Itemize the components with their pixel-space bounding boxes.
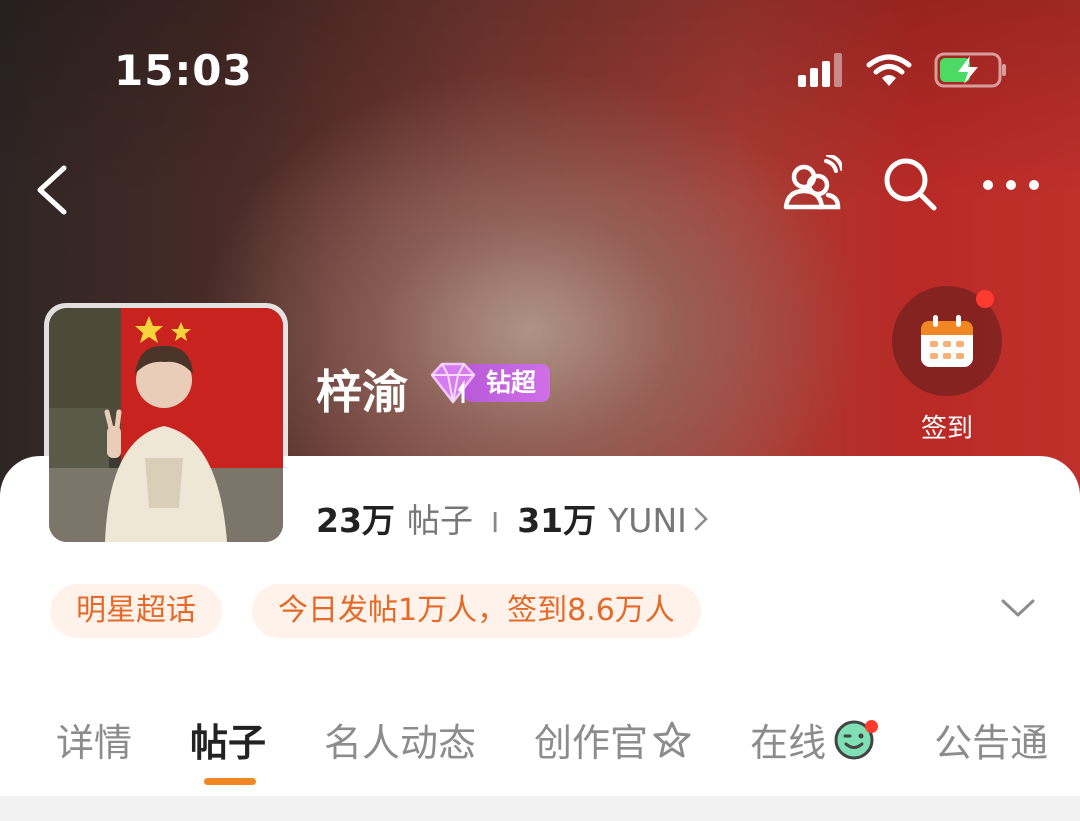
- status-icons: [798, 52, 1008, 88]
- topic-avatar[interactable]: [44, 303, 288, 547]
- avatar-photo: [49, 308, 283, 542]
- tab-online[interactable]: 在线: [750, 712, 879, 767]
- checkin-button[interactable]: 签到: [892, 286, 1002, 445]
- diamond-super-badge[interactable]: 钻超: [428, 362, 551, 404]
- online-notification-dot: [865, 719, 879, 733]
- tab-creator[interactable]: 创作官: [534, 712, 692, 767]
- stats-separator: I: [490, 506, 500, 539]
- tab-label: 创作官: [534, 721, 649, 765]
- tab-label: 名人动态: [324, 721, 477, 765]
- diamond-icon: [430, 362, 476, 404]
- search-icon[interactable]: [882, 156, 940, 214]
- more-dots-icon[interactable]: [980, 175, 1042, 195]
- tab-label: 帖子: [190, 721, 267, 765]
- tab-announcements[interactable]: 公告通: [934, 712, 1048, 767]
- category-tag[interactable]: 明星超话: [50, 584, 222, 638]
- checkin-circle: [892, 286, 1002, 396]
- posts-count: 23万: [316, 501, 395, 540]
- checkin-notification-dot: [976, 290, 994, 308]
- chevron-down-icon[interactable]: [1000, 596, 1036, 620]
- back-button[interactable]: [30, 160, 90, 220]
- content-divider: [0, 796, 1080, 821]
- posts-label: 帖子: [406, 501, 473, 540]
- battery-charging-icon: [934, 52, 1006, 88]
- online-emoji-wrapper: [832, 718, 879, 762]
- fans-link[interactable]: 31万 YUNI: [517, 494, 709, 542]
- active-tab-indicator: [204, 778, 257, 785]
- topic-stats: 23万 帖子 I 31万 YUNI: [316, 494, 709, 542]
- checkin-label: 签到: [920, 414, 973, 444]
- wifi-icon: [866, 54, 912, 86]
- tab-label: 公告通: [934, 721, 1049, 765]
- tab-label: 详情: [56, 721, 133, 765]
- tab-label: 在线: [750, 721, 827, 765]
- group-chat-icon[interactable]: [782, 155, 842, 215]
- tab-celebrity-updates[interactable]: 名人动态: [324, 712, 476, 767]
- chevron-left-icon: [37, 165, 67, 215]
- topic-name: 梓渝: [316, 365, 408, 419]
- creator-star-icon: [653, 721, 691, 757]
- topic-tabs: 详情 帖子 名人动态 创作官 在线 公告通: [56, 712, 1080, 785]
- cellular-signal-icon: [798, 53, 842, 87]
- calendar-icon: [921, 315, 973, 367]
- tab-posts[interactable]: 帖子: [190, 712, 267, 785]
- tab-details[interactable]: 详情: [56, 712, 132, 767]
- fans-label: YUNI: [608, 501, 687, 540]
- activity-summary-tag[interactable]: 今日发帖1万人，签到8.6万人: [252, 584, 701, 638]
- topic-tags: 明星超话 今日发帖1万人，签到8.6万人: [50, 584, 701, 638]
- chevron-right-icon: [694, 507, 708, 531]
- fans-count: 31万: [517, 501, 597, 540]
- nav-actions: [782, 155, 1042, 215]
- status-time: 15:03: [114, 46, 253, 95]
